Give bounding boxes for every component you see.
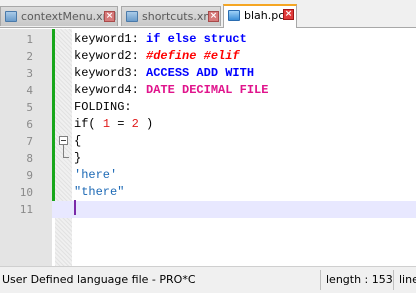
line-number: 11 xyxy=(19,203,33,216)
code-token: ACCESS ADD WITH xyxy=(146,66,255,80)
status-divider xyxy=(320,270,321,290)
code-token: } xyxy=(74,151,82,165)
code-line[interactable]: 5 FOLDING: xyxy=(0,99,416,116)
code-text: keyword3: ACCESS ADD WITH xyxy=(74,65,254,82)
status-language: User Defined language file - PRO*C xyxy=(2,273,196,286)
code-line[interactable]: 11 xyxy=(0,201,416,218)
line-number: 7 xyxy=(26,135,33,148)
code-text: { xyxy=(74,133,81,150)
status-divider xyxy=(393,270,394,290)
code-line[interactable]: 3 keyword3: ACCESS ADD WITH xyxy=(0,65,416,82)
tab-contextmenu-xml[interactable]: contextMenu.xml × xyxy=(0,6,118,26)
fold-guide-line xyxy=(63,145,64,157)
line-number: 1 xyxy=(26,33,33,46)
fold-collapse-icon[interactable] xyxy=(59,136,68,145)
code-text: if( 1 = 2 ) xyxy=(74,116,153,133)
code-token: keyword2: xyxy=(74,49,147,63)
code-line[interactable]: 4 keyword4: DATE DECIMAL FILE xyxy=(0,82,416,99)
tab-bar-divider xyxy=(0,27,416,28)
code-text: keyword1: if else struct xyxy=(74,31,247,48)
code-token: keyword3: xyxy=(74,66,147,80)
line-number: 6 xyxy=(26,118,33,131)
line-number: 5 xyxy=(26,101,33,114)
text-caret xyxy=(74,200,76,215)
fold-end-marker xyxy=(63,157,69,158)
tab-label: blah.pc xyxy=(244,9,285,22)
tab-label: contextMenu.xml xyxy=(21,10,117,23)
status-line: line xyxy=(399,273,416,286)
tab-blah-pc[interactable]: blah.pc × xyxy=(223,4,297,28)
code-token: DATE DECIMAL FILE xyxy=(146,83,269,97)
code-text: keyword4: DATE DECIMAL FILE xyxy=(74,82,268,99)
code-token: 'here' xyxy=(74,168,118,182)
close-icon[interactable]: × xyxy=(283,9,294,20)
code-text: 'here' xyxy=(74,167,117,184)
code-token: #define #elif xyxy=(146,49,240,63)
file-icon xyxy=(5,11,17,22)
code-token: = xyxy=(110,117,132,131)
code-token: keyword1: xyxy=(74,32,147,46)
file-icon xyxy=(126,11,138,22)
status-bar: User Defined language file - PRO*C lengt… xyxy=(0,266,416,293)
code-line[interactable]: 6 if( 1 = 2 ) xyxy=(0,116,416,133)
code-text: keyword2: #define #elif xyxy=(74,48,240,65)
line-number: 4 xyxy=(26,84,33,97)
code-editor[interactable]: 1 keyword1: if else struct 2 keyword2: #def… xyxy=(0,29,416,266)
code-token: FOLDING: xyxy=(74,100,132,114)
code-token: "there" xyxy=(74,185,125,199)
code-line[interactable]: 9 'here' xyxy=(0,167,416,184)
code-token: 2 xyxy=(131,117,139,131)
file-icon xyxy=(228,10,240,21)
code-line[interactable]: 2 keyword2: #define #elif xyxy=(0,48,416,65)
code-text: FOLDING: xyxy=(74,99,132,116)
close-icon[interactable]: × xyxy=(104,11,115,22)
code-text: } xyxy=(74,150,81,167)
tab-shortcuts-xml[interactable]: shortcuts.xml × xyxy=(121,6,221,26)
line-number: 10 xyxy=(19,186,33,199)
code-token: if( xyxy=(74,117,103,131)
code-token: { xyxy=(74,134,82,148)
tab-label: shortcuts.xml xyxy=(142,10,218,23)
tab-bar: contextMenu.xml × shortcuts.xml × blah.p… xyxy=(0,0,416,28)
status-length: length : 153 xyxy=(326,273,393,286)
code-line[interactable]: 1 keyword1: if else struct xyxy=(0,31,416,48)
line-number: 9 xyxy=(26,169,33,182)
code-token: if else struct xyxy=(146,32,247,46)
code-line[interactable]: 10 "there" xyxy=(0,184,416,201)
line-number: 8 xyxy=(26,152,33,165)
code-token: keyword4: xyxy=(74,83,147,97)
code-text: "there" xyxy=(74,184,124,201)
line-number: 2 xyxy=(26,50,33,63)
close-icon[interactable]: × xyxy=(208,11,219,22)
line-number: 3 xyxy=(26,67,33,80)
code-token: ) xyxy=(138,117,154,131)
code-token: 1 xyxy=(102,117,111,131)
